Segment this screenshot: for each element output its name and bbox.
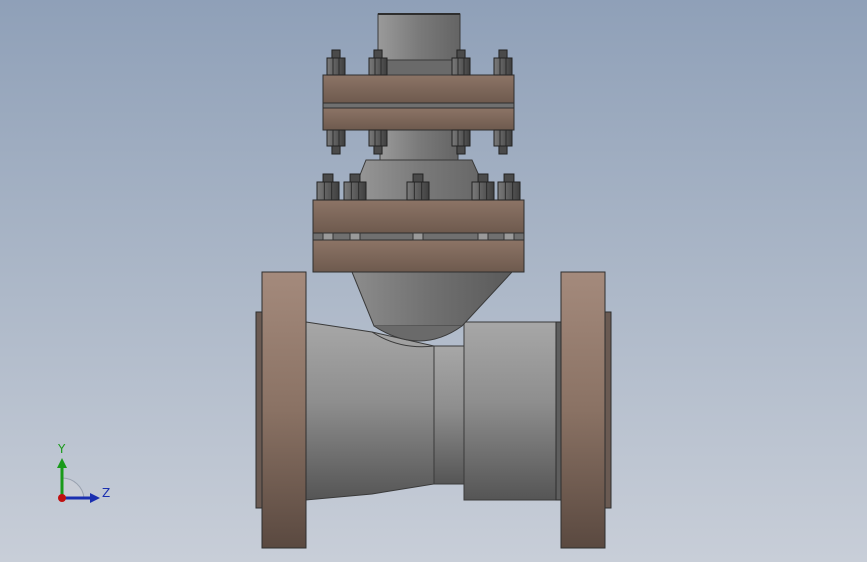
hex-nut[interactable] — [326, 129, 346, 155]
stud-bolt[interactable] — [503, 232, 515, 241]
z-axis-label: Z — [102, 486, 111, 500]
upper-flange-assembly[interactable] — [322, 74, 515, 161]
stud-bolt[interactable] — [349, 232, 361, 241]
stud-bolt[interactable] — [412, 232, 424, 241]
stud-bolt[interactable] — [322, 232, 334, 241]
pipe-body[interactable] — [305, 321, 557, 501]
valve-model[interactable] — [0, 0, 867, 562]
lower-flange-bolts-top[interactable] — [316, 173, 521, 201]
stud-bolt[interactable] — [477, 232, 489, 241]
right-end-flange[interactable] — [555, 271, 612, 549]
hex-nut[interactable] — [493, 129, 513, 155]
hex-nut[interactable] — [497, 173, 521, 201]
top-cap[interactable] — [377, 13, 461, 76]
hex-nut[interactable] — [316, 173, 340, 201]
hex-nut[interactable] — [493, 49, 513, 76]
y-axis-label: Y — [58, 442, 66, 456]
orientation-triad: Y Z — [40, 440, 120, 510]
left-end-flange[interactable] — [255, 271, 307, 549]
lower-flange-studs[interactable] — [322, 232, 515, 241]
hex-nut[interactable] — [326, 49, 346, 76]
graphics-viewport[interactable]: Y Z — [0, 0, 867, 562]
